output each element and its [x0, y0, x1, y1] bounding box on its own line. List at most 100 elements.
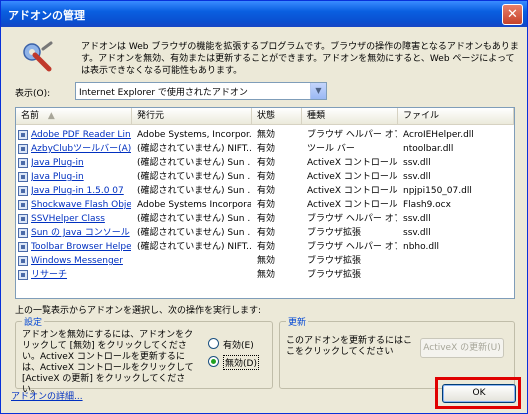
addon-publisher: (確認されていません) NIFT... — [137, 144, 251, 154]
addon-name: Sun の Java コンソール — [31, 228, 130, 238]
disable-radio[interactable]: 無効(D) — [208, 355, 268, 370]
activex-update-button[interactable]: ActiveX の更新(U) — [420, 338, 504, 358]
addon-name: Windows Messenger — [31, 256, 123, 266]
addon-name: リサーチ — [31, 270, 68, 280]
addon-type: ブラウザ拡張 — [307, 270, 362, 280]
addon-status: 有効 — [257, 186, 276, 196]
radio-unchecked-icon — [208, 338, 219, 349]
addon-file: nbho.dll — [403, 242, 440, 252]
addon-list[interactable]: 名前 ▲ 発行元 状態 種類 ファイル Adobe PDF Reader Lin… — [15, 107, 515, 299]
addon-status: 有効 — [257, 214, 276, 224]
table-row[interactable]: Adobe PDF Reader Lin... Adobe Systems, I… — [16, 129, 514, 141]
addon-type: ブラウザ ヘルパー オブ... — [307, 214, 397, 224]
column-name[interactable]: 名前 ▲ — [16, 108, 132, 125]
addon-file: ssv.dll — [403, 214, 431, 224]
addon-file: npjpi150_07.dll — [403, 186, 472, 196]
show-filter-select[interactable]: Internet Explorer で使用されたアドオン ▼ — [75, 82, 327, 100]
table-row[interactable]: リサーチ 無効 ブラウザ拡張 — [16, 269, 514, 281]
addon-icon — [18, 144, 28, 154]
table-row[interactable]: AzbyClubツールバー(A) (確認されていません) NIFT... 有効 … — [16, 143, 514, 155]
addon-manager-window: アドオンの管理 ✕ アドオンは Web ブラウザの機能を拡張するプログラムです。… — [0, 0, 528, 414]
addon-icon — [18, 158, 28, 168]
table-row[interactable]: Sun の Java コンソール (確認されていません) Sun ... 有効 … — [16, 227, 514, 239]
addon-file: ntoolbar.dll — [403, 144, 454, 154]
update-text: このアドオンを更新するにはここをクリックしてください — [286, 336, 413, 357]
addon-publisher: (確認されていません) Sun ... — [137, 158, 251, 168]
column-file[interactable]: ファイル — [398, 108, 514, 125]
addon-publisher — [137, 255, 251, 267]
addon-icon — [18, 172, 28, 182]
addon-icon — [18, 214, 28, 224]
addon-icon — [18, 270, 28, 280]
addon-status: 無効 — [257, 256, 276, 266]
addon-publisher — [137, 269, 251, 281]
addon-details-link[interactable]: アドオンの詳細... — [11, 389, 83, 402]
update-title: 更新 — [286, 315, 309, 328]
addon-type: ブラウザ ヘルパー オブ... — [307, 130, 397, 140]
addon-name: Adobe PDF Reader Lin... — [31, 130, 131, 140]
addon-status: 有効 — [257, 144, 276, 154]
disable-label: 無効(D) — [223, 355, 259, 370]
addon-icon — [18, 200, 28, 210]
enable-radio[interactable]: 有効(E) — [208, 338, 268, 351]
table-row[interactable]: Java Plug-in (確認されていません) Sun ... 有効 Acti… — [16, 157, 514, 169]
addon-publisher: Adobe Systems, Incorpor... — [137, 130, 251, 140]
close-button[interactable]: ✕ — [502, 4, 523, 25]
addon-type: ブラウザ ヘルパー オブ... — [307, 242, 397, 252]
settings-title: 設定 — [22, 315, 45, 328]
addon-file — [403, 255, 513, 267]
addon-name: Java Plug-in 1.5.0 07 — [31, 186, 124, 196]
addon-status: 有効 — [257, 200, 276, 210]
addon-type: ブラウザ拡張 — [307, 256, 362, 266]
addon-file: ssv.dll — [403, 228, 431, 238]
addon-file: ssv.dll — [403, 172, 431, 182]
addon-name: Toolbar Browser Helpe... — [31, 242, 131, 252]
addon-type: ActiveX コントロール — [307, 158, 397, 168]
column-publisher[interactable]: 発行元 — [132, 108, 252, 125]
table-row[interactable]: Java Plug-in 1.5.0 07 (確認されていません) Sun ..… — [16, 185, 514, 197]
addon-publisher: (確認されていません) NIFT... — [137, 242, 251, 252]
table-row[interactable]: Java Plug-in (確認されていません) Sun ... 有効 Acti… — [16, 171, 514, 183]
addon-status: 有効 — [257, 172, 276, 182]
table-row[interactable]: Windows Messenger 無効 ブラウザ拡張 — [16, 255, 514, 267]
help-text: 上の一覧表示からアドオンを選択し、次の操作を実行します: — [15, 306, 262, 316]
addon-name: AzbyClubツールバー(A) — [31, 144, 131, 154]
addon-icon — [18, 186, 28, 196]
addon-name: Java Plug-in — [31, 172, 84, 182]
addon-type: ActiveX コントロール — [307, 172, 397, 182]
addon-publisher: (確認されていません) Sun ... — [137, 228, 251, 238]
addon-publisher: Adobe Systems Incorpora... — [137, 200, 251, 210]
ok-button[interactable]: OK — [442, 384, 516, 403]
enable-label: 有効(E) — [223, 341, 254, 351]
table-row[interactable]: SSVHelper Class (確認されていません) Sun ... 有効 ブ… — [16, 213, 514, 225]
addon-file: ssv.dll — [403, 158, 431, 168]
column-status[interactable]: 状態 — [252, 108, 302, 125]
addon-publisher: (確認されていません) Sun ... — [137, 186, 251, 196]
sort-ascending-icon: ▲ — [47, 111, 55, 121]
addon-publisher: (確認されていません) Sun ... — [137, 214, 251, 224]
addon-file: AcroIEHelper.dll — [403, 130, 474, 140]
addon-icon — [18, 242, 28, 252]
addon-status: 有効 — [257, 228, 276, 238]
settings-group: 設定 アドオンを無効にするには、アドオンをクリックして [無効] をクリックして… — [15, 315, 273, 395]
addon-icon — [18, 256, 28, 266]
show-label: 表示(O): — [15, 89, 51, 99]
dropdown-arrow-icon[interactable]: ▼ — [310, 83, 326, 99]
addon-status: 有効 — [257, 158, 276, 168]
window-title: アドオンの管理 — [8, 9, 85, 22]
intro-text: アドオンは Web ブラウザの機能を拡張するプログラムです。ブラウザの操作の障害… — [81, 42, 519, 76]
addon-icon — [18, 130, 28, 140]
addon-icon — [18, 228, 28, 238]
radio-checked-icon — [208, 356, 219, 367]
show-filter-value: Internet Explorer で使用されたアドオン — [79, 88, 248, 98]
addon-status: 有効 — [257, 242, 276, 252]
table-row[interactable]: Toolbar Browser Helpe... (確認されていません) NIF… — [16, 241, 514, 253]
addon-type: ブラウザ拡張 — [307, 228, 362, 238]
title-bar[interactable]: アドオンの管理 ✕ — [1, 1, 527, 27]
table-row[interactable]: Shockwave Flash Object Adobe Systems Inc… — [16, 199, 514, 211]
addon-file: Flash9.ocx — [403, 200, 451, 210]
column-name-label: 名前 — [21, 111, 40, 121]
addon-type: ActiveX コントロール — [307, 186, 397, 196]
addon-file — [403, 269, 513, 281]
column-type[interactable]: 種類 — [302, 108, 398, 125]
